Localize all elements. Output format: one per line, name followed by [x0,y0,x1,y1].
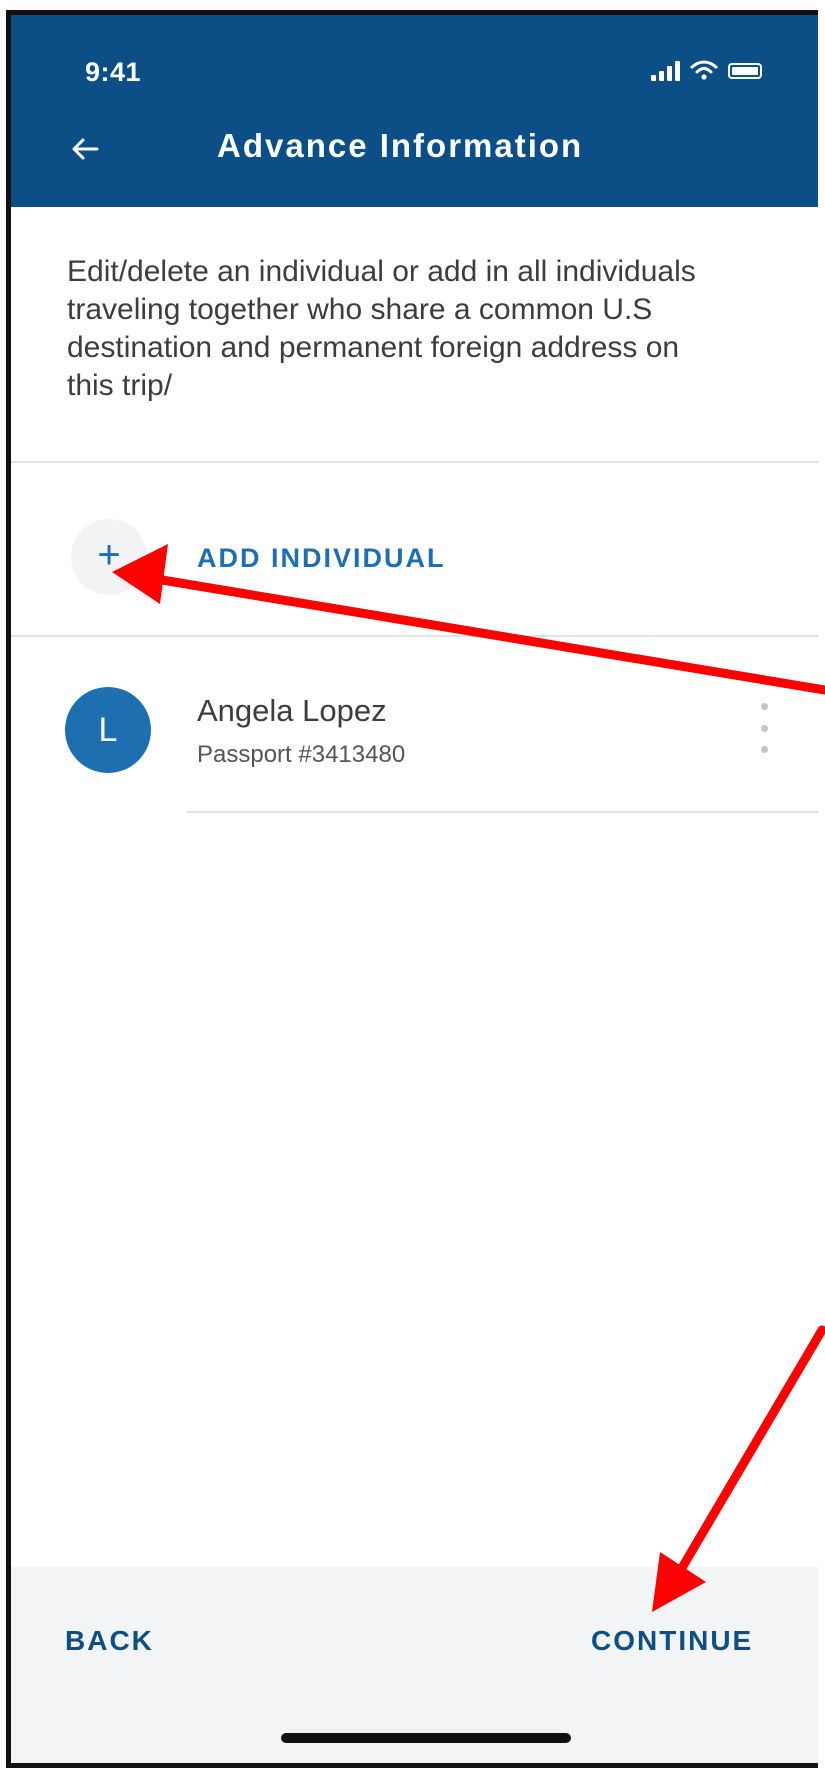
wifi-icon [690,60,718,80]
list-item[interactable]: L Angela Lopez Passport #3413480 [11,643,818,813]
more-vertical-icon[interactable] [759,703,769,753]
divider-middle [11,635,818,637]
avatar: L [65,687,151,773]
plus-icon[interactable]: + [71,519,147,595]
individual-name: Angela Lopez [197,693,387,728]
back-button[interactable]: BACK [65,1625,154,1657]
add-individual-button[interactable]: ADD INDIVIDUAL [197,543,446,574]
add-individual-row[interactable]: + ADD INDIVIDUAL [11,463,818,633]
status-icons [651,59,762,81]
individual-passport: Passport #3413480 [197,741,406,768]
divider-bottom [187,811,818,813]
battery-icon [728,63,762,79]
app-header: 9:41 Advance Information [11,15,818,207]
home-indicator [281,1733,571,1743]
phone-screen: 9:41 Advance Information Edit/delete an … [6,10,818,1768]
page: 9:41 Advance Information Edit/delete an … [0,0,825,1775]
arrow-left-icon[interactable] [69,133,101,165]
status-time: 9:41 [85,57,142,87]
page-title: Advance Information [217,127,584,164]
footer-bar: BACK CONTINUE [11,1567,818,1763]
signal-icon [651,61,680,81]
continue-button[interactable]: CONTINUE [591,1625,753,1657]
intro-text: Edit/delete an individual or add in all … [67,255,696,402]
